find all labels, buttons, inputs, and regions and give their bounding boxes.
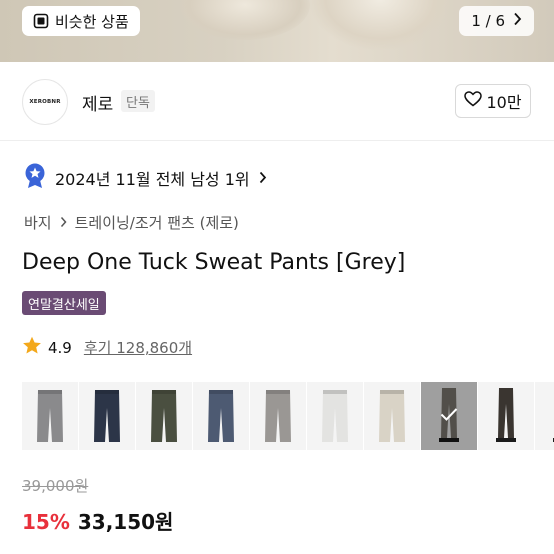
price-row: 15% 33,150원 bbox=[22, 506, 173, 535]
rating-row[interactable]: 4.9 후기 128,860개 bbox=[22, 336, 192, 359]
section-divider bbox=[0, 140, 554, 141]
discount-rate: 15% bbox=[22, 510, 70, 534]
sale-price: 33,150원 bbox=[77, 510, 174, 534]
color-thumbnail[interactable] bbox=[421, 382, 478, 450]
product-photo bbox=[180, 0, 310, 40]
chevron-right-icon bbox=[259, 169, 267, 188]
pants-image bbox=[37, 390, 63, 442]
pants-image bbox=[94, 390, 120, 442]
pants-image bbox=[151, 390, 177, 442]
like-button[interactable]: 10만 bbox=[455, 84, 531, 118]
pants-image bbox=[553, 438, 554, 442]
pager-text: 1 / 6 bbox=[471, 12, 505, 30]
review-count-link[interactable]: 후기 128,860개 bbox=[84, 337, 192, 358]
product-image-carousel[interactable]: 비슷한 상품 1 / 6 bbox=[0, 0, 554, 62]
pants-image bbox=[379, 390, 405, 442]
check-icon bbox=[440, 407, 458, 426]
sale-badge: 연말결산세일 bbox=[22, 291, 106, 315]
pants-image bbox=[265, 390, 291, 442]
rating-score: 4.9 bbox=[48, 338, 72, 357]
rank-medal-icon bbox=[24, 163, 46, 193]
product-photo-secondary bbox=[310, 0, 450, 50]
color-thumbnail[interactable] bbox=[364, 382, 421, 450]
color-thumbnail[interactable] bbox=[307, 382, 364, 450]
breadcrumb-category[interactable]: 바지 bbox=[24, 212, 52, 233]
breadcrumb: 바지 트레이닝/조거 팬츠 (제로) bbox=[24, 212, 239, 233]
exclusive-badge: 단독 bbox=[121, 90, 155, 112]
ranking-link[interactable]: 2024년 11월 전체 남성 1위 bbox=[24, 163, 267, 193]
breadcrumb-subcategory[interactable]: 트레이닝/조거 팬츠 (제로) bbox=[75, 212, 239, 233]
pants-image bbox=[496, 388, 516, 442]
color-thumbnail[interactable] bbox=[478, 382, 535, 450]
image-pager[interactable]: 1 / 6 bbox=[459, 6, 534, 36]
like-count: 10만 bbox=[486, 93, 522, 112]
color-thumbnail[interactable] bbox=[136, 382, 193, 450]
color-thumbnail[interactable] bbox=[79, 382, 136, 450]
pants-image bbox=[322, 390, 348, 442]
chevron-right-icon bbox=[60, 214, 67, 232]
star-icon bbox=[22, 336, 42, 359]
similar-icon bbox=[33, 13, 49, 29]
pants-image bbox=[208, 390, 234, 442]
heart-icon bbox=[464, 91, 483, 111]
similar-products-button[interactable]: 비슷한 상품 bbox=[22, 6, 140, 36]
color-thumbnail-list bbox=[22, 382, 554, 450]
color-thumbnail[interactable] bbox=[535, 382, 554, 450]
original-price: 39,000원 bbox=[22, 477, 89, 495]
brand-row: XEROBNR 제로 단독 10만 bbox=[0, 62, 554, 140]
product-title: Deep One Tuck Sweat Pants [Grey] bbox=[22, 250, 406, 275]
chevron-right-icon bbox=[513, 12, 522, 30]
color-thumbnail[interactable] bbox=[22, 382, 79, 450]
brand-name[interactable]: 제로 bbox=[82, 90, 113, 115]
brand-logo[interactable]: XEROBNR bbox=[22, 79, 68, 125]
ranking-text: 2024년 11월 전체 남성 1위 bbox=[55, 170, 250, 189]
similar-products-label: 비슷한 상품 bbox=[55, 12, 129, 31]
color-thumbnail[interactable] bbox=[193, 382, 250, 450]
color-thumbnail[interactable] bbox=[250, 382, 307, 450]
